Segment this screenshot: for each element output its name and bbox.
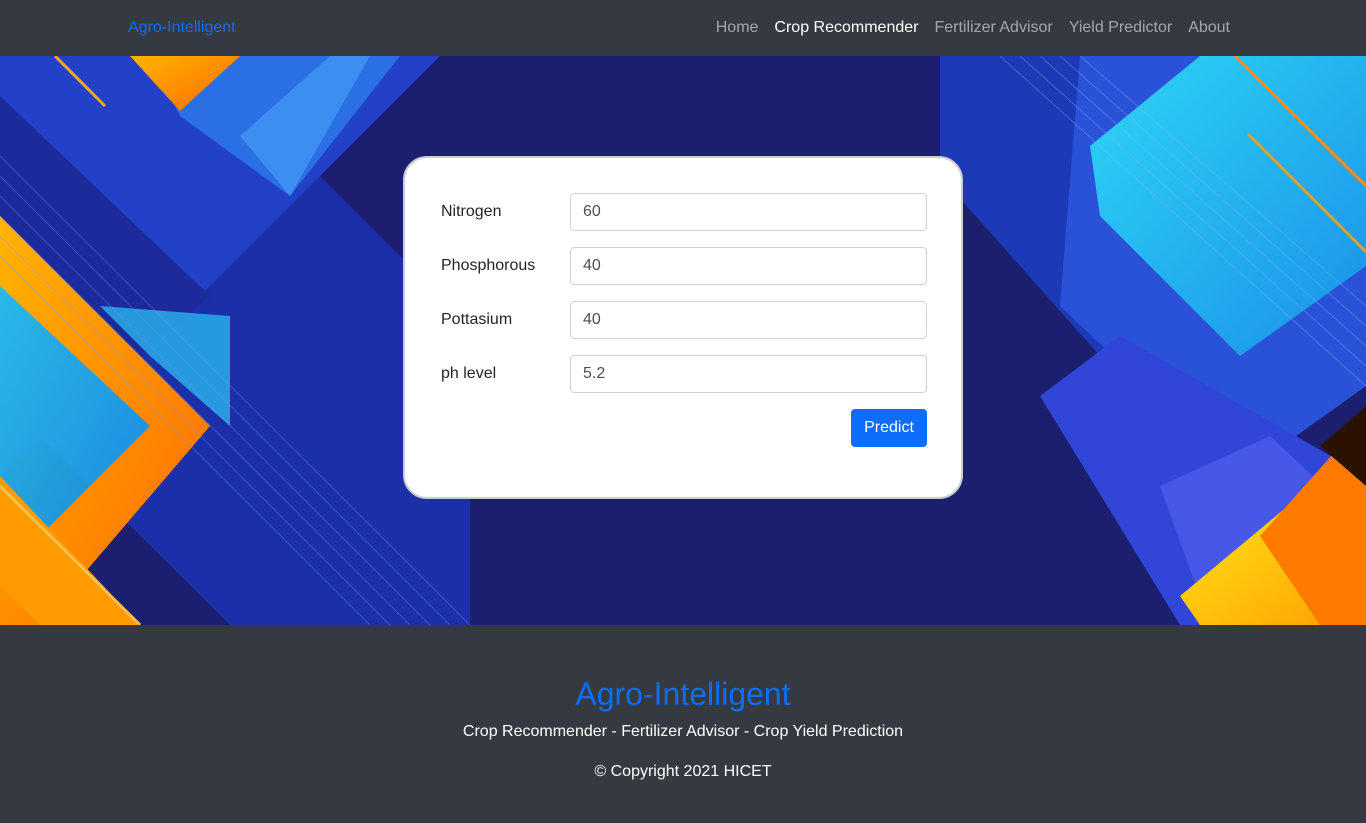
predict-button[interactable]: Predict (851, 409, 927, 447)
footer-tagline: Crop Recommender - Fertilizer Advisor - … (462, 723, 904, 740)
nitrogen-input[interactable]: 60 (570, 193, 927, 231)
hero-section: Nitrogen 60 Phosphorous 40 Pottasium 40 … (0, 56, 1366, 625)
phosphorous-label: Phosphorous (441, 257, 536, 274)
form-row-ph-level: ph level 5.2 (441, 355, 927, 393)
footer-copyright: © Copyright 2021 HICET (594, 763, 772, 780)
nav-home[interactable]: Home (716, 18, 759, 38)
nav-links: Home Crop Recommender Fertilizer Advisor… (716, 18, 1230, 38)
nav-yield-predictor[interactable]: Yield Predictor (1069, 18, 1172, 38)
ph-level-input[interactable]: 5.2 (570, 355, 927, 393)
pottasium-input[interactable]: 40 (570, 301, 927, 339)
nav-about[interactable]: About (1188, 18, 1230, 38)
form-row-nitrogen: Nitrogen 60 (441, 193, 927, 231)
pottasium-label: Pottasium (441, 311, 513, 328)
brand-link[interactable]: Agro-Intelligent (128, 18, 236, 38)
footer: Agro-Intelligent Crop Recommender - Fert… (0, 625, 1366, 823)
nav-crop-recommender[interactable]: Crop Recommender (774, 18, 918, 38)
ph-level-label: ph level (441, 365, 497, 382)
footer-title: Agro-Intelligent (575, 676, 791, 712)
phosphorous-input[interactable]: 40 (570, 247, 927, 285)
form-row-phosphorous: Phosphorous 40 (441, 247, 927, 285)
form-row-pottasium: Pottasium 40 (441, 301, 927, 339)
crop-form-card: Nitrogen 60 Phosphorous 40 Pottasium 40 … (403, 156, 963, 499)
nitrogen-label: Nitrogen (441, 203, 502, 220)
navbar: Agro-Intelligent Home Crop Recommender F… (0, 0, 1366, 56)
nav-fertilizer-advisor[interactable]: Fertilizer Advisor (934, 18, 1052, 38)
